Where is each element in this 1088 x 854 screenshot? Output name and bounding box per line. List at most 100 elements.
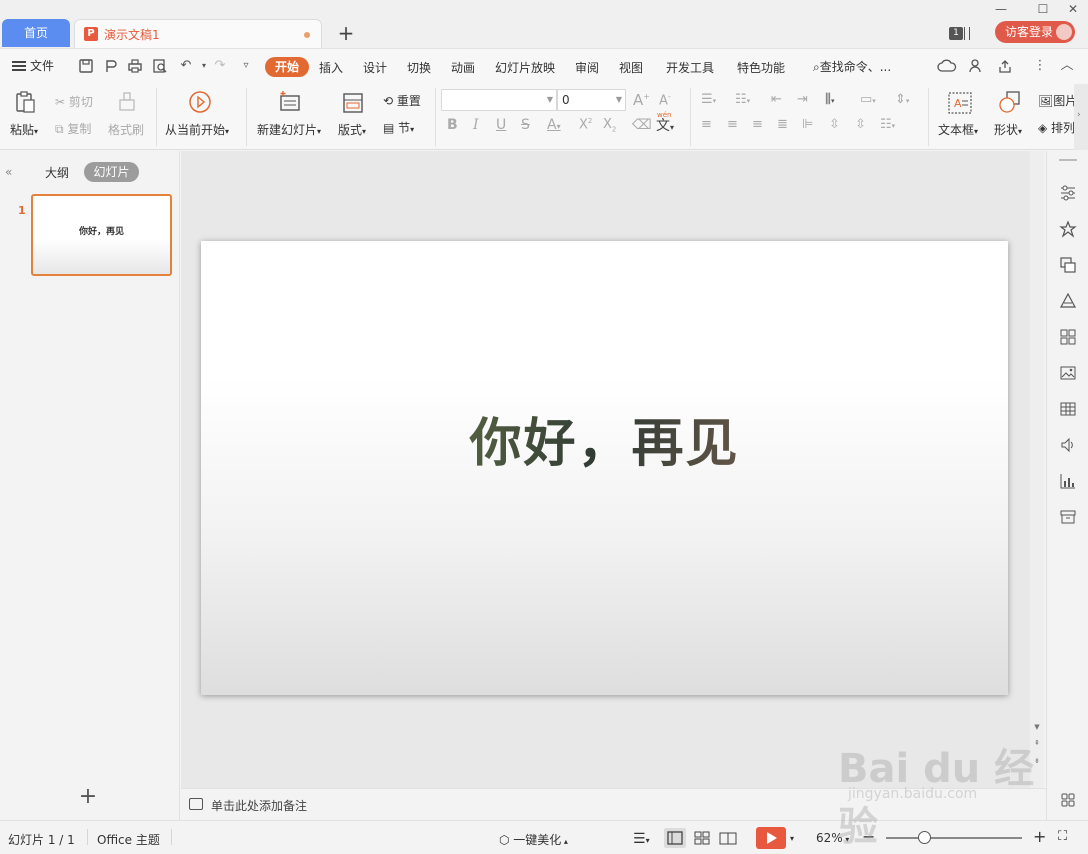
layout-icon[interactable]: [342, 92, 364, 114]
more-icon[interactable]: ⋮: [1032, 58, 1048, 74]
picture-button[interactable]: 🖼图片: [1038, 92, 1077, 109]
fit-window-icon[interactable]: ⛶: [1058, 829, 1067, 844]
menu-tab-slideshow[interactable]: 幻灯片放映: [495, 59, 555, 76]
cut-button[interactable]: ✂ 剪切: [55, 93, 93, 110]
transition-icon[interactable]: [1059, 256, 1077, 274]
slide-title-text[interactable]: 你好，再见: [201, 401, 1008, 476]
arrange-button[interactable]: ◈ 排列: [1038, 119, 1075, 136]
numbered-list-icon[interactable]: ☷▾: [735, 92, 750, 107]
normal-view-icon[interactable]: [664, 828, 686, 848]
line-spacing-icon[interactable]: ⇳: [829, 117, 840, 132]
paragraph-settings-icon[interactable]: ☷▾: [880, 117, 895, 132]
textbox-button[interactable]: 文本框▾: [938, 121, 978, 138]
design-icon[interactable]: [1059, 292, 1077, 310]
menu-tab-design[interactable]: 设计: [363, 59, 387, 76]
font-color-icon[interactable]: A▾: [547, 117, 561, 133]
scrollbar-thumb[interactable]: [1033, 153, 1041, 723]
increase-font-icon[interactable]: A+: [633, 91, 650, 109]
slide-thumbnail[interactable]: 你好，再见: [31, 194, 172, 276]
distribute-icon[interactable]: ⊫: [802, 117, 813, 132]
new-slide-button[interactable]: 新建幻灯片▾: [257, 121, 321, 138]
decrease-font-icon[interactable]: A-: [659, 92, 671, 108]
undo-dropdown-icon[interactable]: ▾: [196, 58, 212, 74]
shape-button[interactable]: 形状▾: [994, 121, 1022, 138]
increase-indent-icon[interactable]: ⇥: [797, 92, 808, 107]
notes-placeholder[interactable]: 单击此处添加备注: [211, 797, 307, 814]
file-menu[interactable]: 文件: [12, 57, 54, 74]
properties-icon[interactable]: [1059, 184, 1077, 202]
scroll-down-icon[interactable]: ▼: [1032, 723, 1042, 731]
reset-button[interactable]: ⟲ 重置: [383, 92, 421, 109]
paragraph-spacing-icon[interactable]: ⇳: [855, 117, 866, 132]
reading-view-icon[interactable]: [717, 828, 739, 848]
tab-document[interactable]: P 演示文稿1: [74, 19, 322, 48]
menu-tab-insert[interactable]: 插入: [319, 59, 343, 76]
chart-icon[interactable]: [1059, 472, 1077, 490]
from-current-button[interactable]: 从当前开始▾: [165, 121, 229, 138]
decrease-indent-icon[interactable]: ⇤: [771, 92, 782, 107]
menu-tab-animation[interactable]: 动画: [451, 59, 475, 76]
format-painter-button[interactable]: 格式刷: [108, 121, 144, 138]
notes-toggle-icon[interactable]: ☰▾: [633, 831, 650, 847]
copy-button[interactable]: ⧉ 复制: [55, 120, 91, 137]
save-icon[interactable]: [78, 58, 94, 74]
align-left-icon[interactable]: ≡: [701, 117, 712, 132]
output-pdf-icon[interactable]: [103, 58, 119, 74]
slideshow-play-button[interactable]: [756, 827, 786, 849]
bold-icon[interactable]: B: [447, 117, 458, 133]
undo-icon[interactable]: ↶: [178, 58, 194, 74]
shape-icon[interactable]: [998, 90, 1022, 114]
tab-slides[interactable]: 幻灯片: [84, 162, 139, 182]
close-icon[interactable]: ✕: [1062, 1, 1084, 17]
new-tab-button[interactable]: +: [336, 22, 356, 44]
animation-star-icon[interactable]: [1059, 220, 1077, 238]
slide-sorter-icon[interactable]: [691, 828, 713, 848]
text-direction-icon[interactable]: ⫼▾: [825, 92, 835, 107]
slideshow-dropdown-icon[interactable]: ▾: [790, 834, 794, 843]
tab-home[interactable]: 首页: [2, 19, 70, 47]
section-button[interactable]: ▤ 节▾: [383, 119, 414, 136]
paste-button[interactable]: 粘贴▾: [10, 121, 38, 138]
beautify-button[interactable]: ⬡ 一键美化 ▴: [499, 831, 568, 848]
table-icon[interactable]: [1059, 400, 1077, 418]
strikethrough-icon[interactable]: S: [521, 117, 530, 133]
login-button[interactable]: 访客登录: [995, 21, 1075, 43]
theme-name[interactable]: Office 主题: [97, 831, 160, 848]
font-size-select[interactable]: 0 ▼: [557, 89, 626, 111]
archive-icon[interactable]: [1059, 508, 1077, 526]
menu-tab-view[interactable]: 视图: [619, 59, 643, 76]
menu-tab-developer[interactable]: 开发工具: [666, 59, 714, 76]
menu-tab-transition[interactable]: 切换: [407, 59, 431, 76]
font-family-select[interactable]: ▼: [441, 89, 557, 111]
paste-icon[interactable]: [14, 90, 38, 114]
collapse-ribbon-icon[interactable]: ︿: [1059, 58, 1075, 74]
audio-icon[interactable]: [1059, 436, 1077, 454]
customize-dropdown-icon[interactable]: ▿: [238, 58, 254, 74]
app-grid-icon[interactable]: [1059, 791, 1077, 809]
phonetic-guide-icon[interactable]: wén 文▾: [656, 111, 674, 135]
print-preview-icon[interactable]: [152, 58, 168, 74]
layout-button[interactable]: 版式▾: [338, 121, 366, 138]
play-from-current-icon[interactable]: [188, 90, 212, 114]
share-user-icon[interactable]: [968, 58, 984, 74]
command-search[interactable]: ⌕查找命令、...: [813, 58, 891, 75]
menu-tab-home[interactable]: 开始: [265, 57, 309, 77]
slide[interactable]: 你好，再见: [201, 241, 1008, 695]
align-center-icon[interactable]: ≡: [727, 117, 738, 132]
add-slide-button[interactable]: +: [78, 786, 98, 808]
image-icon[interactable]: [1059, 364, 1077, 382]
tab-outline[interactable]: 大纲: [45, 164, 69, 181]
components-icon[interactable]: [1059, 328, 1077, 346]
canvas-scrollbar[interactable]: ▼ ⇞ ⇟: [1030, 151, 1044, 788]
ribbon-scroll-right[interactable]: ›: [1074, 84, 1088, 150]
clear-format-icon[interactable]: ⌫: [632, 117, 652, 133]
align-text-icon[interactable]: ⇕▾: [895, 92, 909, 107]
redo-icon[interactable]: ↷: [212, 58, 228, 74]
bullet-list-icon[interactable]: ☰▾: [701, 92, 716, 107]
italic-icon[interactable]: I: [473, 117, 479, 133]
new-slide-icon[interactable]: [278, 90, 302, 114]
superscript-icon[interactable]: X2: [579, 117, 592, 132]
minimize-icon[interactable]: —: [990, 1, 1012, 17]
cloud-icon[interactable]: [934, 58, 960, 74]
menu-tab-review[interactable]: 审阅: [575, 59, 599, 76]
